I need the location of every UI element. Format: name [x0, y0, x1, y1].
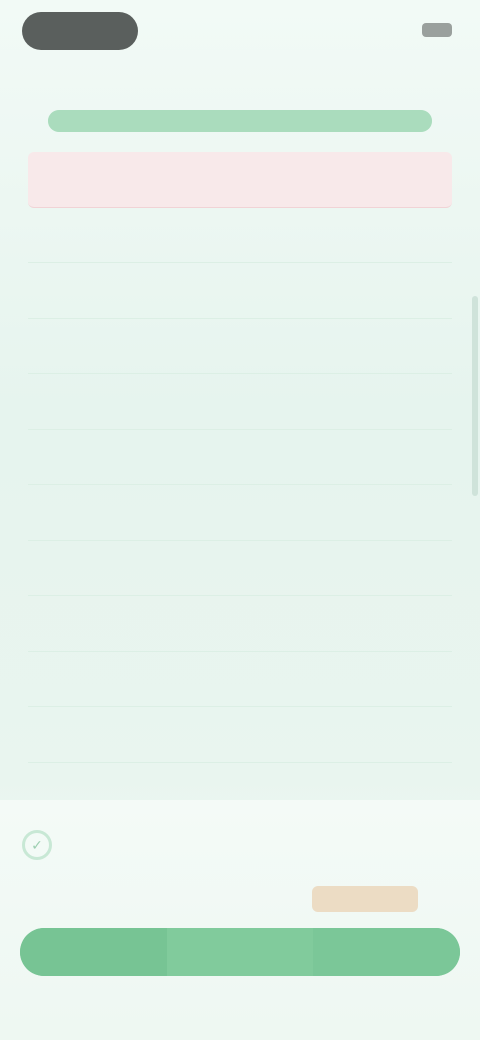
section-card — [0, 800, 480, 1040]
table-row[interactable] — [28, 430, 452, 485]
bottom-middle-button[interactable] — [166, 928, 314, 976]
table-row[interactable] — [28, 707, 452, 763]
section-tag-button[interactable] — [312, 886, 418, 912]
scrollbar[interactable] — [472, 296, 478, 496]
bottom-right-button[interactable] — [313, 928, 460, 976]
battery-icon — [422, 23, 452, 37]
section-header: ✓ — [22, 830, 66, 860]
check-circle-icon: ✓ — [22, 830, 52, 860]
bottom-action-bar — [20, 928, 460, 976]
table-row[interactable] — [28, 319, 452, 374]
table-row[interactable] — [28, 485, 452, 541]
progress-fill — [48, 110, 432, 132]
table-row[interactable] — [28, 152, 452, 208]
table-row[interactable] — [28, 652, 452, 707]
status-bar — [0, 0, 480, 62]
table-row[interactable] — [28, 541, 452, 596]
bottom-left-button[interactable] — [20, 928, 167, 976]
screen: ✓ — [0, 0, 480, 1040]
table-row[interactable] — [28, 596, 452, 652]
status-pill — [22, 12, 138, 50]
section-link[interactable] — [96, 888, 256, 910]
progress-bar — [48, 110, 432, 132]
table-row[interactable] — [28, 374, 452, 430]
table-row[interactable] — [28, 263, 452, 319]
table-row[interactable] — [28, 208, 452, 263]
status-indicators — [360, 18, 452, 42]
detail-table — [28, 152, 452, 763]
